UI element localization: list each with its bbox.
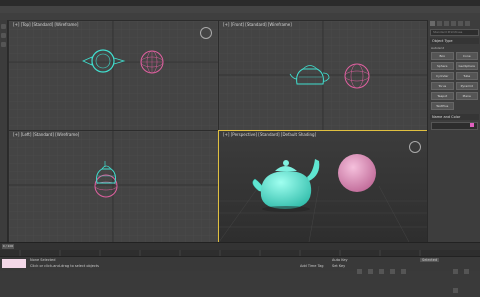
- textplus-button[interactable]: TextPlus: [431, 102, 454, 110]
- teapot-button[interactable]: Teapot: [431, 92, 454, 100]
- viewport-perspective[interactable]: [+] [Perspective] [Standard] [Default Sh…: [218, 130, 428, 243]
- viewport-top[interactable]: [+] [Top] [Standard] [Wireframe]: [8, 20, 219, 131]
- autogrid-checkbox[interactable]: AutoGrid: [431, 46, 478, 50]
- name-color-label: Name and Color: [432, 115, 461, 119]
- viewport-perspective-label[interactable]: [+] [Perspective] [Standard] [Default Sh…: [223, 132, 316, 137]
- viewport-front-grid: [219, 21, 427, 130]
- primitive-type-dropdown[interactable]: Standard Primitives: [430, 29, 479, 36]
- viewport-top-grid: [9, 21, 218, 130]
- prompt-line: Click or click-and-drag to select object…: [30, 264, 99, 268]
- cone-button[interactable]: Cone: [455, 52, 478, 60]
- cylinder-button[interactable]: Cylinder: [431, 72, 454, 80]
- ribbon-tabs: Modeling Freeform Selection Object Paint…: [0, 6, 480, 23]
- sphere-wireframe-top[interactable]: [140, 50, 164, 74]
- command-panel: Standard Primitives Object Type AutoGrid…: [427, 20, 480, 242]
- playback-controls: [356, 259, 407, 278]
- move-tool-icon[interactable]: [1, 33, 6, 38]
- viewport-perspective-scene: [219, 131, 427, 242]
- sphere-button[interactable]: Sphere: [431, 62, 454, 70]
- viewcube-perspective-icon[interactable]: [409, 141, 421, 153]
- object-type-rollout[interactable]: Object Type: [430, 38, 479, 44]
- auto-key-button[interactable]: Auto Key: [332, 258, 348, 262]
- set-key-button[interactable]: Set Key: [332, 264, 345, 268]
- object-name-field[interactable]: [431, 122, 478, 130]
- sphere-shaded[interactable]: [338, 154, 376, 192]
- key-filter-dropdown[interactable]: Selected: [420, 258, 440, 262]
- object-color-swatch[interactable]: [470, 123, 474, 127]
- select-tool-icon[interactable]: [1, 24, 6, 29]
- tube-button[interactable]: Tube: [455, 72, 478, 80]
- motion-tab-icon[interactable]: [451, 21, 456, 26]
- viewport-left-grid: [9, 131, 218, 242]
- viewport-left-label[interactable]: [+] [Left] [Standard] [Wireframe]: [13, 132, 79, 137]
- create-tab-icon[interactable]: [430, 21, 435, 26]
- time-slider-handle[interactable]: 0 / 100: [2, 244, 14, 249]
- viewport-front[interactable]: [+] [Front] [Standard] [Wireframe]: [218, 20, 428, 131]
- command-panel-tabs: [428, 20, 480, 27]
- viewport-navigation: [452, 259, 476, 293]
- maxscript-listener[interactable]: [2, 259, 26, 268]
- status-bar: None Selected Click or click-and-drag to…: [0, 256, 480, 293]
- modify-tab-icon[interactable]: [437, 21, 442, 26]
- add-time-tag[interactable]: Add Time Tag: [300, 264, 324, 268]
- selection-status: None Selected: [30, 258, 56, 262]
- box-button[interactable]: Box: [431, 52, 454, 60]
- viewport-front-label[interactable]: [+] [Front] [Standard] [Wireframe]: [223, 22, 292, 27]
- display-tab-icon[interactable]: [458, 21, 463, 26]
- viewport-left[interactable]: [+] [Left] [Standard] [Wireframe]: [8, 130, 219, 243]
- viewport-top-label[interactable]: [+] [Top] [Standard] [Wireframe]: [13, 22, 78, 27]
- utilities-tab-icon[interactable]: [465, 21, 470, 26]
- object-type-buttons: Box Cone Sphere GeoSphere Cylinder Tube …: [428, 52, 480, 110]
- torus-button[interactable]: Torus: [431, 82, 454, 90]
- orbit-icon[interactable]: [453, 288, 458, 293]
- geosphere-button[interactable]: GeoSphere: [455, 62, 478, 70]
- left-toolbar: [0, 20, 8, 242]
- name-color-rollout[interactable]: Name and Color: [430, 114, 479, 120]
- rotate-tool-icon[interactable]: [1, 42, 6, 47]
- plane-button[interactable]: Plane: [455, 92, 478, 100]
- viewcube-icon[interactable]: [200, 27, 212, 39]
- hierarchy-tab-icon[interactable]: [444, 21, 449, 26]
- pyramid-button[interactable]: Pyramid: [455, 82, 478, 90]
